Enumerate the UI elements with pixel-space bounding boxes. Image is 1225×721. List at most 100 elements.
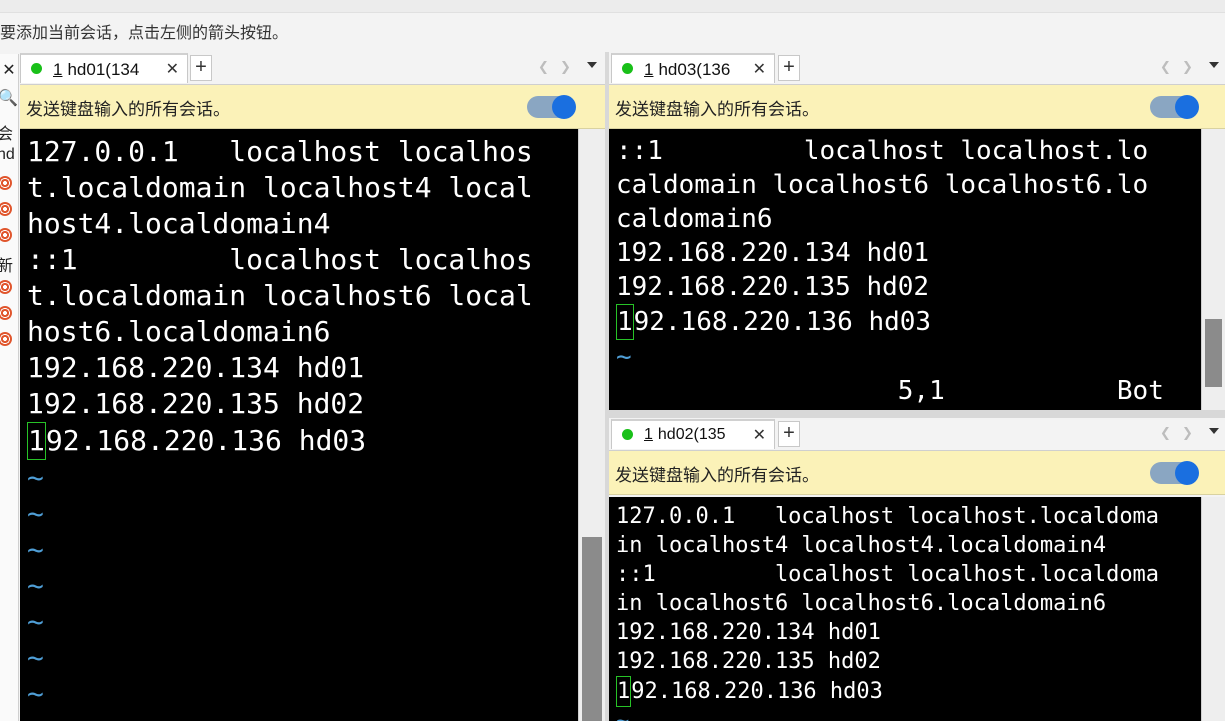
terminal-line: 192.168.220.135 hd02: [27, 387, 365, 420]
scroll-tabs-right-icon[interactable]: ❯: [560, 59, 571, 75]
close-tab-icon[interactable]: ✕: [753, 425, 766, 445]
tab-title: hd01(134: [67, 60, 140, 79]
terminal-scrollbar[interactable]: [1201, 129, 1225, 410]
tab-menu-chevron-down-icon[interactable]: [1209, 62, 1219, 68]
text-cursor: 1: [27, 422, 46, 460]
sidebar-item-text[interactable]: hd: [0, 146, 15, 164]
session-icon[interactable]: [0, 280, 12, 294]
send-to-all-label: 发送键盘输入的所有会话。: [26, 100, 230, 119]
empty-line-marker: ~: [27, 461, 44, 494]
terminal-cursor-line: 192.168.220.136 hd03: [27, 422, 578, 460]
tab-number: 1: [644, 60, 654, 79]
terminal-line: 192.168.220.134 hd01: [616, 620, 881, 645]
terminal-line: host6.localdomain6: [27, 315, 331, 348]
send-to-all-toggle[interactable]: [1150, 95, 1199, 119]
tab-bar: 1 hd02(135 ✕ + ❮ ❯: [609, 418, 1225, 451]
terminal-scrollbar[interactable]: [1201, 497, 1225, 721]
toggle-knob: [1175, 95, 1199, 119]
connected-status-icon: [622, 429, 633, 440]
terminal-line: ::1 localhost localhos: [27, 243, 533, 276]
terminal-line: 192.168.220.135 hd02: [616, 649, 881, 674]
empty-line-marker: ~: [27, 641, 44, 674]
vim-status-line: 5,1 Bot: [616, 376, 1164, 406]
tab-hd03[interactable]: 1 hd03(136 ✕: [611, 53, 775, 83]
scroll-tabs-left-icon[interactable]: ❮: [1160, 59, 1171, 75]
send-to-all-bar: 发送键盘输入的所有会话。: [20, 85, 605, 129]
toggle-knob: [1175, 461, 1199, 485]
terminal-hd01[interactable]: 127.0.0.1 localhost localhos t.localdoma…: [20, 129, 578, 721]
empty-line-marker: ~: [27, 569, 44, 602]
scroll-tabs-right-icon[interactable]: ❯: [1182, 425, 1193, 441]
session-sidebar: ✕ 🔍 会 hd 新: [0, 54, 19, 721]
scroll-tabs-right-icon[interactable]: ❯: [1182, 59, 1193, 75]
terminal-line: t.localdomain localhost4 local: [27, 171, 533, 204]
empty-line-marker: ~: [27, 605, 44, 638]
tab-bar: 1 hd01(134 ✕ + ❮ ❯: [20, 52, 605, 85]
session-pane-hd01: 1 hd01(134 ✕ + ❮ ❯ 发送键盘输入的所有会话。 127.0.0.1…: [20, 52, 605, 721]
search-icon[interactable]: 🔍: [0, 88, 18, 108]
tab-hd01[interactable]: 1 hd01(134 ✕: [20, 53, 188, 83]
terminal-line: caldomain localhost6 localhost6.lo: [616, 170, 1149, 200]
tab-number: 1: [53, 60, 63, 79]
tab-menu-chevron-down-icon[interactable]: [1209, 428, 1219, 434]
send-to-all-bar: 发送键盘输入的所有会话。: [609, 85, 1225, 129]
toggle-knob: [552, 95, 576, 119]
sidebar-item-text[interactable]: 会: [0, 120, 13, 144]
terminal-scrollbar[interactable]: [578, 129, 605, 721]
send-to-all-bar: 发送键盘输入的所有会话。: [609, 451, 1225, 495]
session-icon[interactable]: [0, 306, 12, 320]
terminal-line: ::1 localhost localhost.lo: [616, 136, 1149, 166]
terminal-line: host4.localdomain4: [27, 207, 331, 240]
session-pane-hd02: 1 hd02(135 ✕ + ❮ ❯ 发送键盘输入的所有会话。 127.0.0.1…: [609, 418, 1225, 721]
terminal-hd02[interactable]: 127.0.0.1 localhost localhost.localdoma …: [609, 497, 1201, 721]
empty-line-marker: ~: [27, 533, 44, 566]
new-tab-button[interactable]: +: [190, 55, 212, 81]
close-tab-icon[interactable]: ✕: [166, 59, 179, 79]
tab-menu-chevron-down-icon[interactable]: [587, 62, 597, 68]
terminal-line: 127.0.0.1 localhost localhost.localdoma: [616, 504, 1160, 529]
cursor-line-text: 92.168.220.136 hd03: [633, 307, 932, 337]
scrollbar-thumb[interactable]: [1205, 319, 1222, 387]
send-to-all-label: 发送键盘输入的所有会话。: [615, 466, 819, 485]
terminal-hd03[interactable]: ::1 localhost localhost.lo caldomain loc…: [609, 129, 1201, 410]
terminal-line: 192.168.220.135 hd02: [616, 272, 930, 302]
close-tab-icon[interactable]: ✕: [753, 59, 766, 79]
sidebar-item-text[interactable]: 新: [0, 252, 13, 276]
session-icon[interactable]: [0, 332, 12, 346]
text-cursor: 1: [616, 676, 632, 707]
window-top-strip: [0, 0, 1225, 13]
terminal-line: ::1 localhost localhost.localdoma: [616, 562, 1160, 587]
close-sidebar-icon[interactable]: ✕: [0, 60, 18, 80]
connected-status-icon: [31, 63, 42, 74]
pane-splitter-horizontal[interactable]: [609, 410, 1225, 418]
terminal-cursor-line: 192.168.220.136 hd03: [616, 304, 1201, 340]
terminal-line: in localhost4 localhost4.localdomain4: [616, 533, 1107, 558]
session-icon[interactable]: [0, 202, 12, 216]
scroll-tabs-left-icon[interactable]: ❮: [1160, 425, 1171, 441]
terminal-line: 127.0.0.1 localhost localhos: [27, 135, 533, 168]
new-tab-button[interactable]: +: [778, 55, 800, 81]
add-session-hint: 要添加当前会话，点击左侧的箭头按钮。: [0, 25, 289, 42]
connected-status-icon: [622, 63, 633, 74]
scrollbar-thumb[interactable]: [582, 537, 602, 721]
text-cursor: 1: [616, 304, 634, 340]
empty-line-marker: ~: [27, 677, 44, 710]
tab-number: 1: [644, 426, 653, 443]
session-pane-hd03: 1 hd03(136 ✕ + ❮ ❯ 发送键盘输入的所有会话。 ::1 local…: [609, 52, 1225, 410]
empty-line-marker: ~: [27, 497, 44, 530]
terminal-line: t.localdomain localhost6 local: [27, 279, 533, 312]
send-to-all-toggle[interactable]: [1150, 461, 1199, 485]
new-tab-button[interactable]: +: [778, 421, 800, 447]
send-to-all-label: 发送键盘输入的所有会话。: [615, 100, 819, 119]
session-icon[interactable]: [0, 228, 12, 242]
tab-bar: 1 hd03(136 ✕ + ❮ ❯: [609, 52, 1225, 85]
scroll-tabs-left-icon[interactable]: ❮: [538, 59, 549, 75]
send-to-all-toggle[interactable]: [527, 95, 576, 119]
terminal-line: in localhost6 localhost6.localdomain6: [616, 591, 1107, 616]
tab-title: hd02(135: [657, 426, 726, 443]
session-icon[interactable]: [0, 176, 12, 190]
cursor-line-text: 92.168.220.136 hd03: [631, 679, 883, 704]
tab-hd02[interactable]: 1 hd02(135 ✕: [611, 419, 775, 449]
terminal-line: 192.168.220.134 hd01: [616, 238, 930, 268]
terminal-line: 192.168.220.134 hd01: [27, 351, 365, 384]
